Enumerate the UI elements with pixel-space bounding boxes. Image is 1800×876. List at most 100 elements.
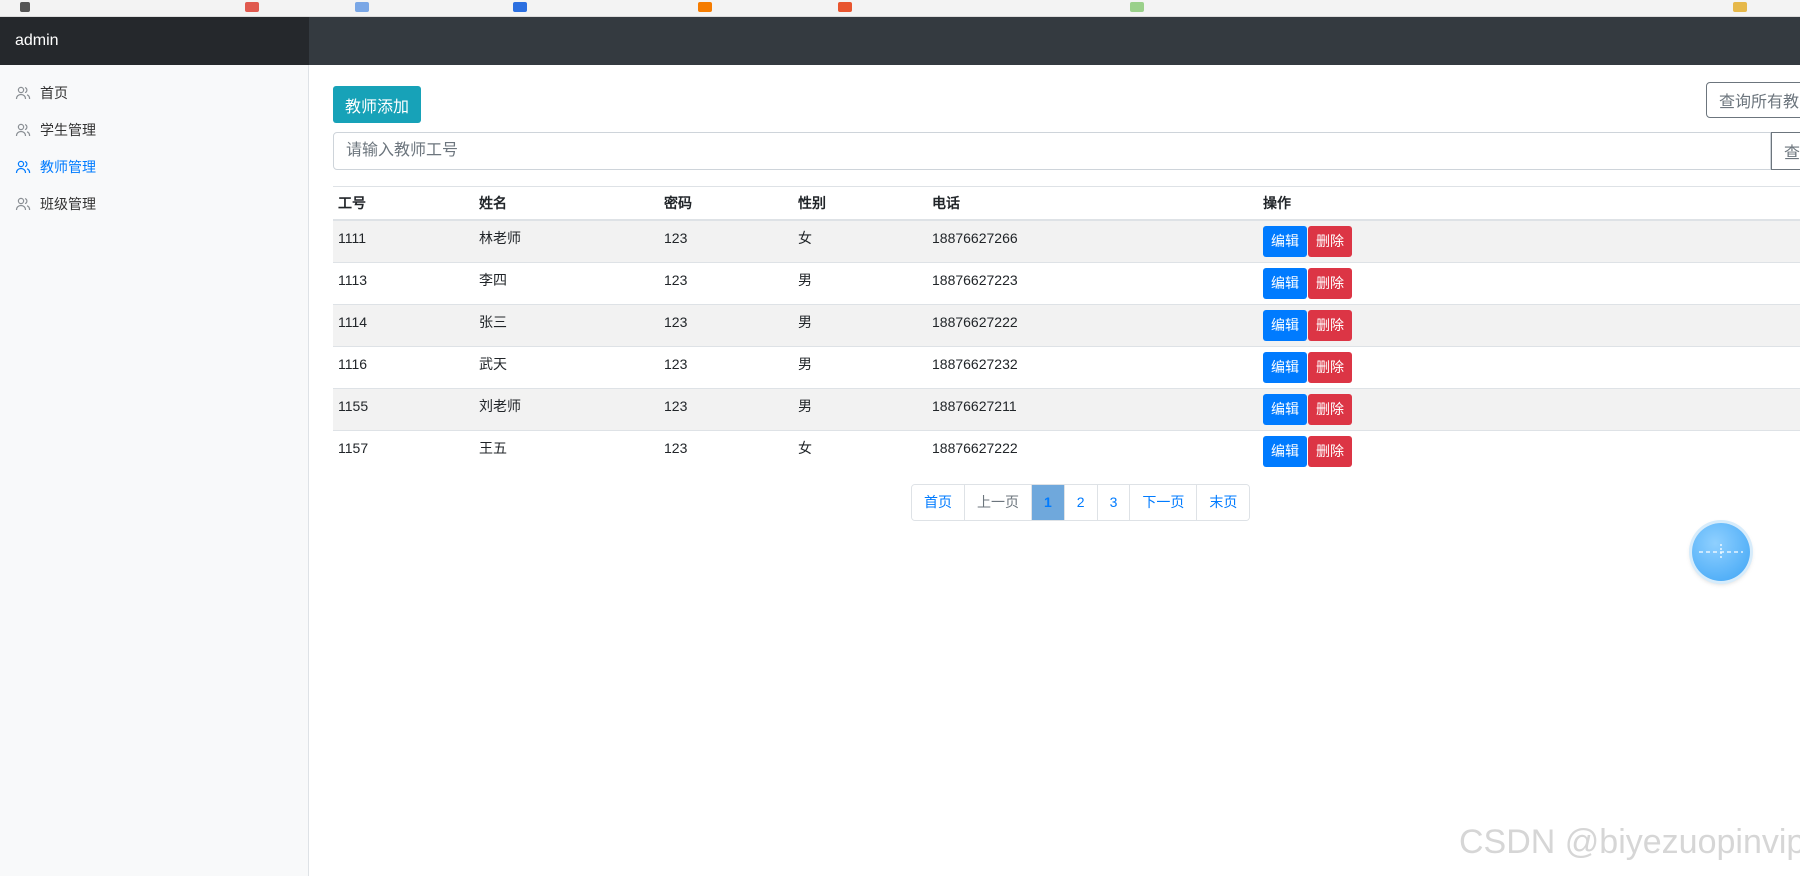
search-button[interactable]: 查 [1771,132,1800,170]
cell-name: 刘老师 [474,388,659,431]
table-row: 1111 林老师 123 女 18876627266 编辑 删除 [333,219,1800,263]
brand-title[interactable]: admin [0,17,309,65]
cell-id-text: 1155 [338,397,369,414]
cell-gender: 男 [793,304,927,347]
cell-password: 123 [659,304,793,347]
cell-phone: 18876627266 [927,219,1258,263]
floating-assistant-button[interactable] [1692,523,1750,581]
cell-password: 123 [659,430,793,472]
top-navbar: admin [0,17,1800,65]
sidebar-nav: 首页 学生管理 教师管理 班级管理 [0,65,308,222]
cell-gender: 女 [793,430,927,472]
watermark: CSDN @biyezuopinvip [1459,823,1800,861]
delete-button[interactable]: 删除 [1308,310,1352,341]
cell-password-text: 123 [664,439,688,456]
cell-id: 1114 [333,304,474,347]
cell-phone-text: 18876627222 [932,313,1018,330]
column-header-gender: 性别 [793,186,927,221]
sidebar-item-home[interactable]: 首页 [0,74,308,111]
bookmark-icon[interactable] [513,2,527,12]
pagination-prev[interactable]: 上一页 [964,485,1031,520]
users-icon [15,123,31,136]
cell-password-text: 123 [664,229,688,246]
cell-id-text: 1111 [338,229,367,246]
pagination-next[interactable]: 下一页 [1129,485,1197,520]
sidebar-item-label: 班级管理 [40,195,96,212]
delete-button[interactable]: 删除 [1308,268,1352,299]
cell-gender-text: 男 [798,313,812,330]
pagination-first[interactable]: 首页 [912,485,964,520]
pagination-page-1[interactable]: 1 [1031,485,1064,520]
sidebar: 首页 学生管理 教师管理 班级管理 [0,65,309,876]
table-row: 1155 刘老师 123 男 18876627211 编辑 删除 [333,388,1800,431]
edit-button[interactable]: 编辑 [1263,310,1307,341]
pagination-last[interactable]: 末页 [1196,485,1250,520]
cell-phone-text: 18876627266 [932,229,1018,246]
cell-gender: 男 [793,388,927,431]
column-header-name: 姓名 [474,186,659,221]
sidebar-item-students[interactable]: 学生管理 [0,111,308,148]
pagination: 首页 上一页 1 2 3 下一页 末页 [911,484,1251,521]
cell-password-text: 123 [664,397,688,414]
main-content: 教师添加 查询所有教 查 工号 姓名 密码 性别 电话 操作 1111 林老师 12… [309,65,1800,876]
cell-name-text: 张三 [479,313,507,330]
column-header-actions: 操作 [1258,186,1800,221]
cell-actions: 编辑 删除 [1258,346,1800,389]
table-header-row: 工号 姓名 密码 性别 电话 操作 [333,186,1800,221]
delete-button[interactable]: 删除 [1308,436,1352,467]
cell-gender-text: 男 [798,397,812,414]
sidebar-item-label: 教师管理 [40,158,96,175]
cell-id: 1116 [333,346,474,389]
delete-button[interactable]: 删除 [1308,394,1352,425]
table-row: 1157 王五 123 女 18876627222 编辑 删除 [333,430,1800,472]
edit-button[interactable]: 编辑 [1263,268,1307,299]
edit-button[interactable]: 编辑 [1263,226,1307,257]
cell-id-text: 1116 [338,355,368,372]
teacher-id-search-input[interactable] [333,132,1771,170]
bookmark-icon[interactable] [1130,2,1144,12]
sidebar-item-label: 学生管理 [40,121,96,138]
cell-id-text: 1114 [338,313,368,330]
query-all-button[interactable]: 查询所有教 [1706,82,1800,118]
cell-gender-text: 男 [798,271,812,288]
delete-button[interactable]: 删除 [1308,226,1352,257]
edit-button[interactable]: 编辑 [1263,352,1307,383]
sparkle-icon [1699,544,1743,560]
browser-bookmarks-bar [0,0,1800,17]
edit-button[interactable]: 编辑 [1263,394,1307,425]
cell-id: 1113 [333,262,474,305]
cell-actions: 编辑 删除 [1258,304,1800,347]
add-teacher-button[interactable]: 教师添加 [333,86,422,123]
bookmark-icon[interactable] [355,2,369,12]
table-row: 1113 李四 123 男 18876627223 编辑 删除 [333,262,1800,305]
pagination-page-3[interactable]: 3 [1096,485,1130,520]
bookmark-icon[interactable] [1733,2,1747,12]
cell-id: 1157 [333,430,474,472]
edit-button[interactable]: 编辑 [1263,436,1307,467]
cell-phone: 18876627211 [927,388,1258,431]
cell-name: 王五 [474,430,659,472]
table-row: 1114 张三 123 男 18876627222 编辑 删除 [333,304,1800,347]
cell-name-text: 武天 [479,355,507,372]
cell-password: 123 [659,262,793,305]
pagination-page-2[interactable]: 2 [1063,485,1097,520]
cell-gender: 女 [793,219,927,263]
cell-phone: 18876627222 [927,430,1258,472]
bookmark-icon[interactable] [20,2,30,12]
bookmark-icon[interactable] [698,2,712,12]
cell-gender-text: 女 [798,439,812,456]
cell-password: 123 [659,346,793,389]
cell-password: 123 [659,388,793,431]
delete-button[interactable]: 删除 [1308,352,1352,383]
column-header-password: 密码 [659,186,793,221]
bookmark-icon[interactable] [838,2,852,12]
sidebar-item-classes[interactable]: 班级管理 [0,185,308,222]
cell-name-text: 林老师 [479,229,521,246]
sidebar-item-teachers[interactable]: 教师管理 [0,148,308,185]
cell-gender-text: 女 [798,229,812,246]
cell-password-text: 123 [664,355,688,372]
cell-actions: 编辑 删除 [1258,219,1800,263]
bookmark-icon[interactable] [245,2,259,12]
users-icon [15,160,31,173]
column-header-id: 工号 [333,186,474,221]
